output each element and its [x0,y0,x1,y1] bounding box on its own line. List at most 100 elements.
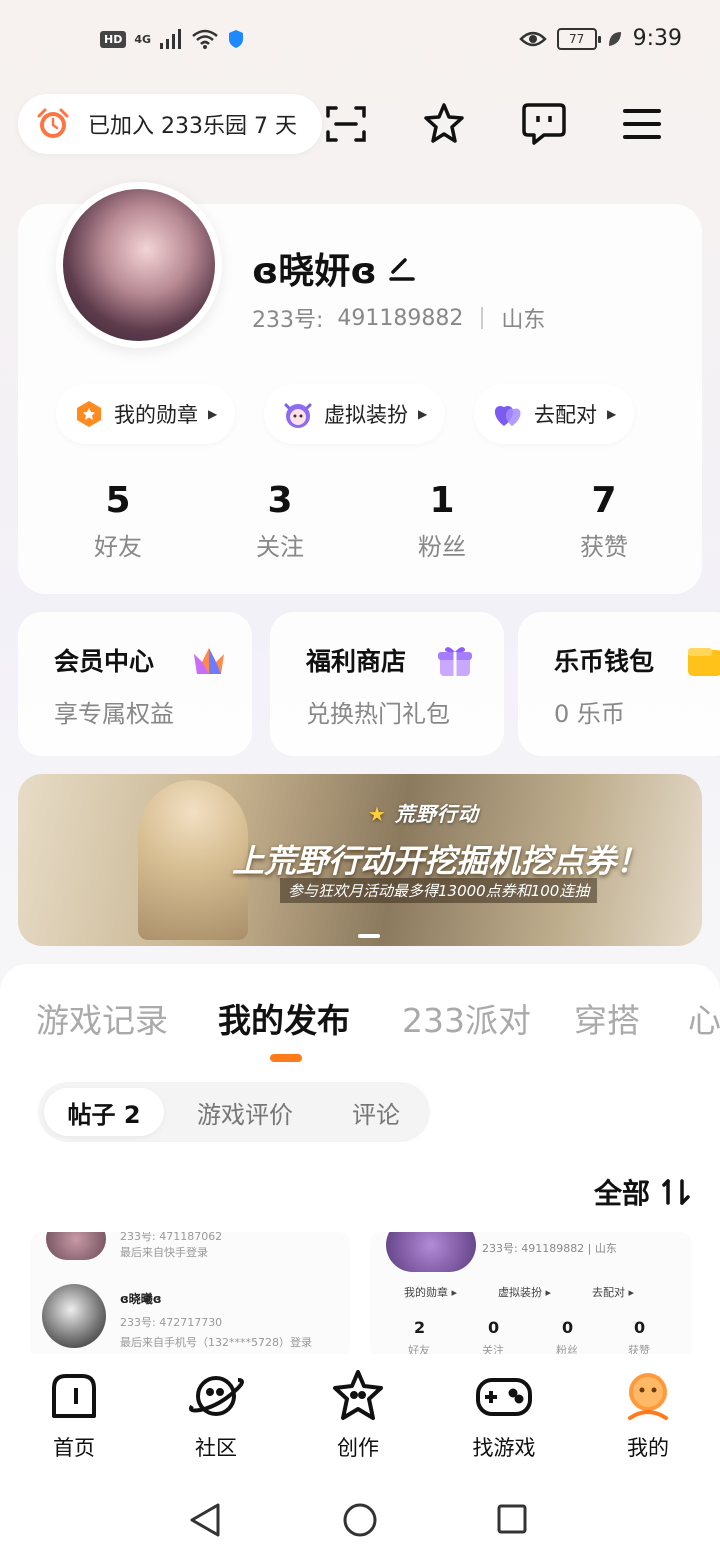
post-uid: 233号: 472717730 [120,1316,223,1329]
home-icon [52,1374,96,1418]
hd-badge: HD [100,30,127,48]
stat-label: 关注 [256,533,304,561]
banner-logo: ★ 荒野行动 [368,798,479,827]
nav-label: 首页 [53,1436,95,1460]
nav-home[interactable]: 首页 [14,1368,134,1462]
avatar-costume-icon [284,403,312,428]
chip-label: 我的勋章 [114,403,198,427]
sort-filter[interactable]: 全部 [594,1172,692,1212]
banner-star-icon: ★ [368,802,387,826]
uid-row: 233号: 491189882 山东 [252,302,545,334]
scan-icon [326,106,366,142]
sort-label: 全部 [593,1177,650,1210]
tab-game-records[interactable]: 游戏记录 [36,994,168,1042]
nickname-row[interactable]: ɞ晓妍ɞ [252,242,415,294]
planet-icon [189,1376,244,1416]
menu-button[interactable] [616,98,668,150]
star-create-icon [333,1370,383,1420]
post-avatar [42,1284,106,1348]
card-subtitle: 0 乐币 [554,700,625,728]
stat-label: 好友 [94,533,142,561]
carousel-indicator [358,934,380,938]
promo-banner[interactable]: ★ 荒野行动 上荒野行动开挖掘机挖点券！ 参与狂欢月活动最多得13000点券和1… [18,774,702,946]
avatar-image [63,189,215,341]
system-navigation-bar [0,1474,720,1560]
nav-create[interactable]: 创作 [298,1368,418,1462]
favorites-button[interactable] [418,98,470,150]
join-days-text: 已加入 233乐园 7 天 [88,114,297,139]
post-uid-line: 233号: 491189882 | 山东 [482,1242,617,1255]
region: 山东 [501,308,546,333]
join-days-pill[interactable]: 已加入 233乐园 7 天 [18,94,322,154]
stat-friends[interactable]: 5 好友 [38,480,198,562]
status-bar: HD 4G 77 9:39 [0,0,720,80]
nav-label: 我的 [627,1436,669,1460]
nav-community[interactable]: 社区 [156,1368,276,1462]
post-card-1[interactable]: 233号: 471187062 最后来自快手登录 ɞ晓曦ɞ 233号: 4727… [30,1232,350,1360]
message-icon [522,103,566,145]
nav-find-games[interactable]: 找游戏 [444,1368,564,1462]
leaf-icon [608,31,621,46]
profile-card: ɞ晓妍ɞ 233号: 491189882 山东 我的勋章 ▶ 虚拟装扮 ▶ 去配… [18,182,702,594]
home-circle-icon[interactable] [342,1502,378,1538]
stat-followers[interactable]: 1 粉丝 [362,480,522,562]
stat-value: 3 [267,480,293,521]
post-stat: 2 [414,1318,426,1337]
scan-button[interactable] [320,98,372,150]
stat-value: 1 [429,480,455,521]
alarm-clock-icon [37,108,69,138]
vip-center-card[interactable]: 会员中心 享专属权益 [18,612,252,756]
chip-label: 虚拟装扮 [324,403,408,427]
chevron-right-icon: ▶ [607,407,617,421]
gamepad-icon [476,1378,532,1416]
post-card-2[interactable]: 233号: 491189882 | 山东 我的勋章 ▸ 虚拟装扮 ▸ 去配对 ▸… [370,1232,692,1360]
back-icon[interactable] [188,1502,222,1538]
recents-icon[interactable] [496,1503,528,1535]
post-stat: 0 [562,1318,574,1337]
card-subtitle: 享专属权益 [54,700,174,728]
banner-logo-text: 荒野行动 [394,802,479,826]
tab-233-party[interactable]: 233派对 [402,994,531,1042]
tab-my-posts[interactable]: 我的发布 [218,994,350,1042]
post-avatar [386,1232,476,1272]
nav-label: 找游戏 [472,1436,536,1460]
post-chip: 去配对 ▸ [592,1286,635,1299]
post-type-segment: 帖子 2 游戏评价 评论 [38,1082,430,1142]
card-title: 福利商店 [306,647,407,676]
network-type: 4G [134,32,152,46]
medal-icon [77,401,101,427]
segment-posts[interactable]: 帖子 2 [44,1088,164,1136]
avatar[interactable] [56,182,222,348]
segment-game-reviews[interactable]: 游戏评价 [178,1088,312,1136]
chevron-right-icon: ▶ [418,407,428,421]
tab-outfits[interactable]: 穿搭 [574,994,640,1042]
nav-mine[interactable]: 我的 [588,1368,708,1462]
edit-icon[interactable] [387,254,415,282]
virtual-costume-chip[interactable]: 虚拟装扮 ▶ [264,384,446,444]
segment-comments[interactable]: 评论 [328,1088,424,1136]
my-medals-chip[interactable]: 我的勋章 ▶ [56,384,236,444]
post-stat: 0 [634,1318,646,1337]
stat-value: 7 [591,480,617,521]
sort-icon [662,1179,690,1205]
messages-button[interactable] [518,98,570,150]
coin-wallet-card[interactable]: 乐币钱包 0 乐币 [518,612,720,756]
stat-likes[interactable]: 7 获赞 [524,480,684,562]
post-chip: 我的勋章 ▸ [404,1286,458,1299]
wifi-icon [192,29,218,49]
post-nickname: ɞ晓曦ɞ [120,1292,162,1306]
welfare-store-card[interactable]: 福利商店 兑换热门礼包 [270,612,504,756]
stat-value: 5 [105,480,131,521]
crown-icon [194,648,224,674]
tab-more[interactable]: 心 [688,994,720,1042]
card-subtitle: 兑换热门礼包 [306,700,450,728]
banner-title: 上荒野行动开挖掘机挖点券！ [232,842,649,880]
stat-following[interactable]: 3 关注 [200,480,360,562]
chip-label: 去配对 [534,403,597,427]
shield-icon [229,30,244,48]
post-stat: 0 [488,1318,500,1337]
nickname: ɞ晓妍ɞ [252,251,377,292]
profile-face-icon [628,1373,668,1420]
go-match-chip[interactable]: 去配对 ▶ [474,384,635,444]
heart-match-icon [494,405,521,426]
